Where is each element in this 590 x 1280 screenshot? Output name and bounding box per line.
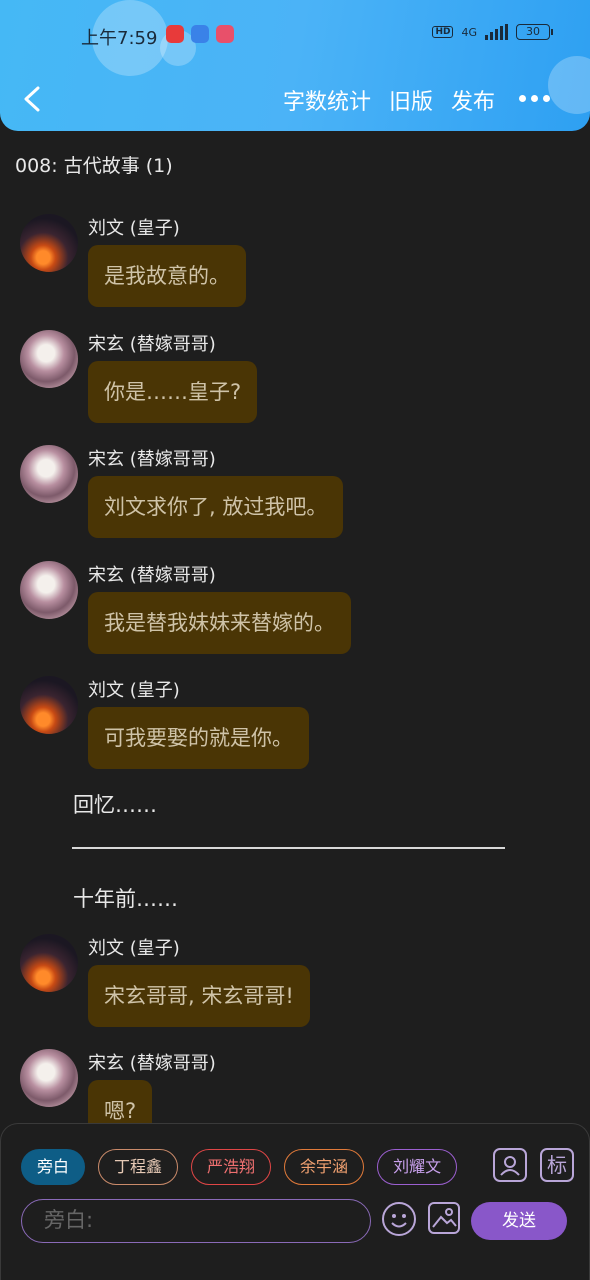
hd-icon: HD <box>432 26 454 38</box>
back-arrow-icon[interactable] <box>20 86 46 112</box>
avatar[interactable] <box>20 676 78 734</box>
speaker-name: 刘文 (皇子) <box>88 218 180 239</box>
role-chip[interactable]: 严浩翔 <box>191 1149 272 1185</box>
top-bar: 上午7:59 HD 4G 30 字数统计 旧版 发布 <box>0 0 590 131</box>
role-chip-narrator[interactable]: 旁白 <box>21 1149 86 1185</box>
message-bubble[interactable]: 刘文求你了, 放过我吧。 <box>88 476 344 538</box>
avatar[interactable] <box>20 561 78 619</box>
status-indicators: HD 4G 30 <box>432 24 553 40</box>
emoji-icon[interactable] <box>382 1202 416 1236</box>
speaker-name: 宋玄 (替嫁哥哥) <box>88 1053 216 1074</box>
send-button[interactable]: 发送 <box>471 1202 567 1240</box>
old-version-button[interactable]: 旧版 <box>389 84 433 116</box>
decor-bubble <box>548 56 590 114</box>
speaker-name: 宋玄 (替嫁哥哥) <box>88 565 216 586</box>
message-bubble[interactable]: 宋玄哥哥, 宋玄哥哥! <box>88 965 310 1027</box>
video-app-icon <box>166 25 184 43</box>
message-input[interactable]: 旁白: <box>21 1199 371 1243</box>
more-icon[interactable] <box>519 95 550 102</box>
message-bubble[interactable]: 我是替我妹妹来替嫁的。 <box>88 592 351 654</box>
speaker-name: 刘文 (皇子) <box>88 680 180 701</box>
signal-icon <box>485 24 508 40</box>
avatar[interactable] <box>20 214 78 272</box>
avatar[interactable] <box>20 1049 78 1107</box>
tag-icon[interactable]: 标 <box>540 1148 574 1182</box>
status-time: 上午7:59 <box>81 28 158 49</box>
publish-button[interactable]: 发布 <box>451 84 495 116</box>
speaker-name: 宋玄 (替嫁哥哥) <box>88 449 216 470</box>
social-app-icon <box>216 25 234 43</box>
image-icon[interactable] <box>428 1202 460 1234</box>
message-bubble[interactable]: 可我要娶的就是你。 <box>88 707 309 769</box>
role-chip[interactable]: 余宇涵 <box>284 1149 365 1185</box>
role-chip[interactable]: 刘耀文 <box>377 1149 458 1185</box>
narration-text[interactable]: 十年前…… <box>73 883 178 913</box>
weather-app-icon <box>191 25 209 43</box>
avatar[interactable] <box>20 445 78 503</box>
network-label: 4G <box>461 25 477 39</box>
battery-icon: 30 <box>516 24 553 40</box>
role-chips: 旁白 丁程鑫 严浩翔 余宇涵 刘耀文 <box>21 1149 458 1185</box>
avatar[interactable] <box>20 330 78 388</box>
character-manage-icon[interactable] <box>493 1148 527 1182</box>
status-app-icons <box>166 25 234 43</box>
message-bubble[interactable]: 你是……皇子? <box>88 361 258 423</box>
speaker-name: 刘文 (皇子) <box>88 938 180 959</box>
speaker-name: 宋玄 (替嫁哥哥) <box>88 334 216 355</box>
avatar[interactable] <box>20 934 78 992</box>
message-bubble[interactable]: 是我故意的。 <box>88 245 246 307</box>
role-chip[interactable]: 丁程鑫 <box>98 1149 179 1185</box>
chapter-title: 008: 古代故事 (1) <box>15 155 173 177</box>
scene-divider <box>72 847 505 849</box>
composer-panel: 旁白 丁程鑫 严浩翔 余宇涵 刘耀文 标 旁白: 发送 <box>0 1123 590 1280</box>
narration-text[interactable]: 回忆…… <box>73 789 157 819</box>
header-actions: 字数统计 旧版 发布 <box>283 84 495 116</box>
word-count-button[interactable]: 字数统计 <box>283 84 371 116</box>
